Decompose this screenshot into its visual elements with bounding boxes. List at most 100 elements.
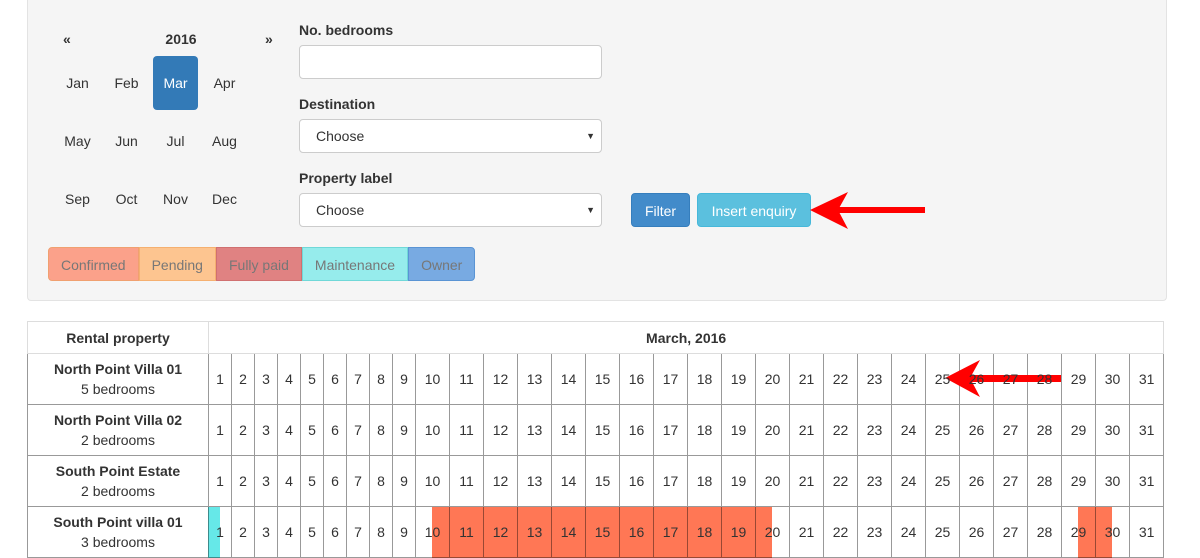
day-cell[interactable]: 7 [346, 506, 370, 558]
day-cell[interactable]: 16 [619, 353, 654, 405]
day-cell[interactable]: 22 [823, 506, 858, 558]
day-cell[interactable]: 31 [1128, 455, 1165, 507]
day-cell[interactable]: 3 [254, 404, 278, 456]
month-may[interactable]: May [55, 114, 100, 168]
day-cell[interactable]: 30 [1095, 455, 1130, 507]
month-dec[interactable]: Dec [202, 172, 247, 226]
day-cell[interactable]: 14 [551, 404, 586, 456]
day-cell[interactable]: 2 [231, 455, 255, 507]
day-cell[interactable]: 15 [585, 455, 620, 507]
day-cell[interactable]: 6 [323, 455, 347, 507]
day-cell[interactable]: 3 [254, 506, 278, 558]
day-cell[interactable]: 9 [392, 506, 416, 558]
day-cell[interactable]: 1 [208, 455, 232, 507]
day-cell[interactable]: 18 [687, 455, 722, 507]
day-cell[interactable]: 13 [517, 455, 552, 507]
day-cell[interactable]: 11 [449, 404, 484, 456]
day-cell[interactable]: 1 [208, 404, 232, 456]
day-cell[interactable]: 19 [721, 455, 756, 507]
day-cell[interactable]: 25 [925, 353, 960, 405]
day-cell[interactable]: 29 [1061, 455, 1096, 507]
day-cell[interactable]: 12 [483, 353, 518, 405]
day-cell[interactable]: 23 [857, 404, 892, 456]
day-cell[interactable]: 27 [993, 353, 1028, 405]
next-year-button[interactable]: » [265, 31, 273, 47]
day-cell[interactable]: 31 [1128, 404, 1165, 456]
day-cell[interactable]: 30 [1095, 353, 1130, 405]
month-sep[interactable]: Sep [55, 172, 100, 226]
property-cell[interactable]: North Point Villa 01 5 bedrooms [27, 353, 209, 405]
day-cell[interactable]: 21 [789, 506, 824, 558]
day-cell[interactable]: 4 [277, 353, 301, 405]
day-cell[interactable]: 2 [231, 404, 255, 456]
day-cell[interactable]: 9 [392, 455, 416, 507]
day-cell[interactable]: 25 [925, 404, 960, 456]
day-cell[interactable]: 2 [231, 506, 255, 558]
day-cell[interactable]: 29 [1061, 404, 1096, 456]
day-cell[interactable]: 10 [415, 353, 450, 405]
month-apr[interactable]: Apr [202, 56, 247, 110]
day-cell[interactable]: 9 [392, 404, 416, 456]
property-name[interactable]: South Point Estate [28, 461, 208, 481]
day-cell[interactable]: 26 [959, 506, 994, 558]
day-cell[interactable]: 18 [687, 404, 722, 456]
day-cell[interactable]: 6 [323, 404, 347, 456]
day-cell[interactable]: 16 [619, 404, 654, 456]
day-cell[interactable]: 3 [254, 455, 278, 507]
day-cell[interactable]: 5 [300, 506, 324, 558]
bedrooms-input[interactable] [299, 45, 602, 79]
day-cell[interactable]: 2 [231, 353, 255, 405]
day-cell[interactable]: 8 [369, 455, 393, 507]
month-oct[interactable]: Oct [104, 172, 149, 226]
day-cell[interactable]: 6 [323, 506, 347, 558]
day-cell[interactable]: 28 [1027, 455, 1062, 507]
month-jan[interactable]: Jan [55, 56, 100, 110]
filter-button[interactable]: Filter [631, 193, 690, 227]
day-cell[interactable]: 20 [755, 353, 790, 405]
day-cell[interactable]: 7 [346, 353, 370, 405]
destination-select[interactable]: Choose ▼ [299, 119, 602, 153]
day-cell[interactable]: 10 [415, 455, 450, 507]
day-cell[interactable]: 24 [891, 404, 926, 456]
day-cell[interactable]: 25 [925, 455, 960, 507]
property-name[interactable]: North Point Villa 02 [28, 410, 208, 430]
day-cell[interactable]: 26 [959, 404, 994, 456]
day-cell[interactable]: 4 [277, 404, 301, 456]
day-cell[interactable]: 5 [300, 353, 324, 405]
property-cell[interactable]: North Point Villa 02 2 bedrooms [27, 404, 209, 456]
day-cell[interactable]: 21 [789, 353, 824, 405]
month-feb[interactable]: Feb [104, 56, 149, 110]
day-cell[interactable]: 14 [551, 353, 586, 405]
day-cell[interactable]: 8 [369, 353, 393, 405]
day-cell[interactable]: 7 [346, 455, 370, 507]
day-cell[interactable]: 5 [300, 455, 324, 507]
day-cell[interactable]: 4 [277, 455, 301, 507]
day-cell[interactable]: 8 [369, 404, 393, 456]
property-label-select[interactable]: Choose ▼ [299, 193, 602, 227]
day-cell[interactable]: 15 [585, 353, 620, 405]
insert-enquiry-button[interactable]: Insert enquiry [697, 193, 811, 227]
day-cell[interactable]: 24 [891, 455, 926, 507]
day-cell[interactable]: 19 [721, 404, 756, 456]
day-cell[interactable]: 6 [323, 353, 347, 405]
day-cell[interactable]: 21 [789, 455, 824, 507]
day-cell[interactable]: 26 [959, 353, 994, 405]
day-cell[interactable]: 18 [687, 353, 722, 405]
day-cell[interactable]: 22 [823, 455, 858, 507]
day-cell[interactable]: 7 [346, 404, 370, 456]
day-cell[interactable]: 20 [755, 404, 790, 456]
property-name[interactable]: North Point Villa 01 [28, 359, 208, 379]
day-cell[interactable]: 20 [755, 455, 790, 507]
day-cell[interactable]: 13 [517, 353, 552, 405]
day-cell[interactable]: 30 [1095, 404, 1130, 456]
day-cell[interactable]: 15 [585, 404, 620, 456]
day-cell[interactable]: 23 [857, 455, 892, 507]
day-cell[interactable]: 24 [891, 506, 926, 558]
day-cell[interactable]: 29 [1061, 353, 1096, 405]
day-cell[interactable]: 22 [823, 404, 858, 456]
day-cell[interactable]: 12 [483, 404, 518, 456]
day-cell[interactable]: 3 [254, 353, 278, 405]
month-jun[interactable]: Jun [104, 114, 149, 168]
property-cell[interactable]: South Point villa 01 3 bedrooms [27, 506, 209, 558]
day-cell[interactable]: 11 [449, 455, 484, 507]
